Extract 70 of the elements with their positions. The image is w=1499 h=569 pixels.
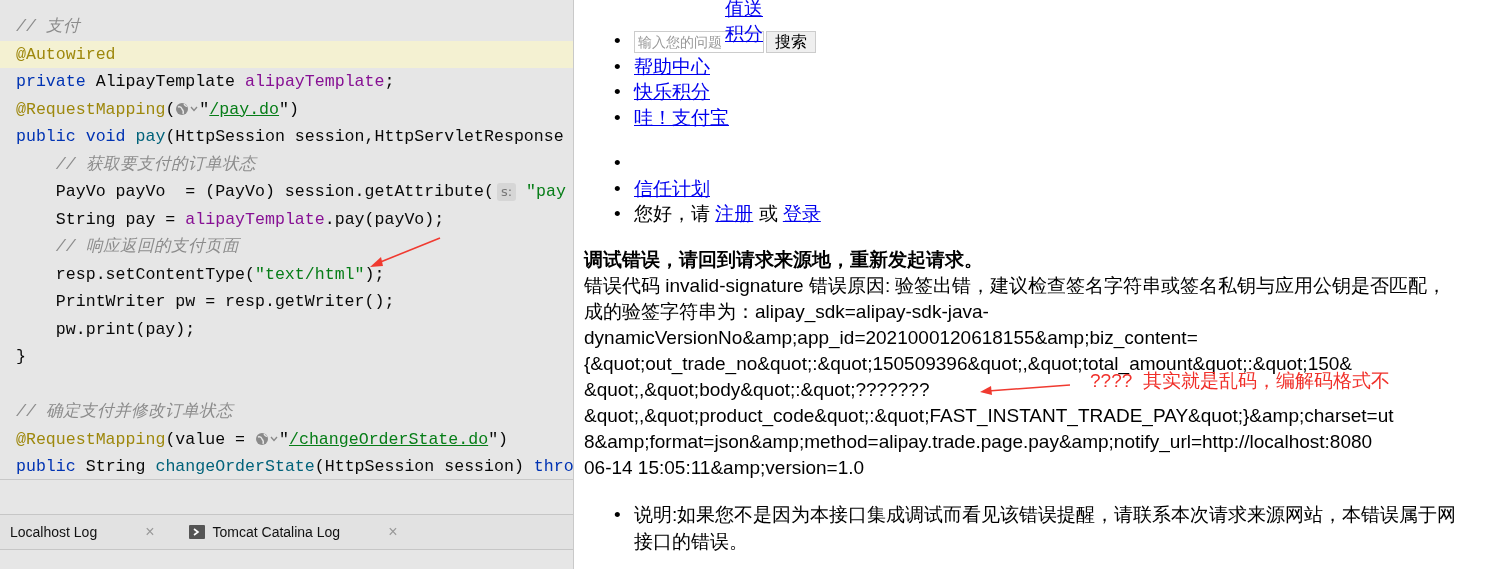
search-button[interactable]: 搜索 [766, 31, 816, 53]
list-bullet: • [614, 502, 621, 527]
field-name: alipayTemplate [245, 71, 385, 93]
tool-tab[interactable]: Localhost Log [10, 524, 98, 540]
error-text-line: &quot;,&quot;body&quot;:&quot;??????? [584, 377, 930, 402]
code-text: pw.print(pay); [54, 318, 196, 341]
error-text-line: 8&amp;format=json&amp;method=alipay.trade.page.pay&amp;notify_url=http://localhost:8080 [584, 429, 1373, 455]
list-bullet: • [614, 176, 621, 201]
note-text: 说明:如果您不是因为本接口集成调试而看见该错误提醒，请联系本次请求来源网站，本错误属于网 接口的错误。 [634, 503, 1457, 552]
auth-link[interactable]: 注册 [715, 203, 754, 224]
keyword: public [16, 456, 77, 478]
error-text-line: dynamicVersionNo&amp;app_id=2021000120618155&amp;biz_content= [584, 325, 1198, 351]
keyword: public void [16, 126, 127, 148]
code-text: String [85, 456, 147, 478]
list-bullet: • [614, 54, 621, 79]
nav-link[interactable]: 信任计划 [634, 177, 710, 199]
globe-dropdown-icon[interactable] [255, 432, 279, 447]
console-icon [188, 525, 205, 539]
list-bullet: • [614, 29, 621, 53]
field-name: alipayTemplate [185, 208, 325, 231]
code-text: (HttpSession session,HttpServletResponse [165, 126, 564, 148]
annotation: @RequestMapping [16, 98, 166, 121]
nav-link[interactable]: 快乐积分 [634, 81, 710, 102]
code-text: } [16, 346, 26, 368]
code-text: PrintWriter pw = resp.getWriter(); [54, 291, 395, 313]
code-text: ") [279, 98, 299, 121]
error-text-line: &quot;,&quot;product_code&quot;:&quot;FAST_INSTANT_TRADE_PAY&quot;}&amp;charset=ut [584, 403, 1394, 429]
code-text: " [279, 428, 289, 451]
nav-link[interactable]: 哇！支付宝 [634, 106, 729, 128]
greeting-text: 或 [757, 203, 779, 224]
code-text: ); [364, 263, 385, 286]
parameter-hint: s: [497, 182, 517, 201]
globe-dropdown-icon[interactable] [175, 102, 200, 117]
code-text: ( [165, 98, 176, 121]
code-text: AlipayTemplate [95, 71, 237, 93]
url-link[interactable]: /changeOrderState.do [288, 425, 489, 453]
code-text: ; [384, 71, 395, 93]
code-text: ") [488, 428, 509, 451]
code-text: PayVo payVo = (PayVo) session.getAttribute( [54, 181, 494, 203]
auth-link[interactable]: 登录 [782, 203, 821, 224]
error-text-line: 错误代码 invalid-signature 错误原因: 验签出错，建议检查签名字符串或签名私钥与应用公钥是否匹配， [584, 273, 1447, 298]
code-text: " [199, 98, 210, 121]
method-name: changeOrderState [155, 456, 315, 478]
list-bullet: • [614, 151, 621, 175]
code-text: (value = [165, 428, 247, 451]
keyword: thro [533, 456, 573, 478]
code-text: .pay(payVo); [324, 208, 445, 231]
string-literal: "text/html" [255, 263, 365, 286]
annotation: @Autowired [16, 43, 116, 66]
url-link[interactable]: /pay.do [209, 95, 280, 123]
list-bullet: • [614, 80, 621, 104]
keyword: private [16, 71, 87, 93]
code-text: resp.setContentType( [54, 263, 255, 286]
string-literal: "pay [525, 181, 566, 203]
code-comment: // 响应返回的支付页面 [54, 236, 239, 258]
annotation: @RequestMapping [16, 428, 166, 451]
code-text: String pay = [54, 208, 177, 231]
nav-link[interactable]: 帮助中心 [634, 55, 710, 77]
list-bullet: • [614, 202, 621, 226]
method-name: pay [135, 126, 166, 148]
code-comment: // 确定支付并修改订单状态 [16, 401, 233, 423]
error-heading: 调试错误，请回到请求来源地，重新发起请求。 [584, 247, 983, 272]
code-text: (HttpSession session) [314, 456, 525, 478]
code-comment: // 支付 [16, 16, 80, 38]
code-comment: // 获取要支付的订单状态 [54, 153, 256, 176]
error-text-line: 成的验签字符串为：alipay_sdk=alipay-sdk-java- [584, 299, 989, 325]
error-text-line: 06-14 15:05:11&amp;version=1.0 [584, 455, 865, 480]
tool-tab[interactable]: Tomcat Catalina Log [188, 524, 341, 540]
greeting-text: 您好，请 [634, 203, 711, 224]
list-bullet: • [614, 105, 621, 130]
